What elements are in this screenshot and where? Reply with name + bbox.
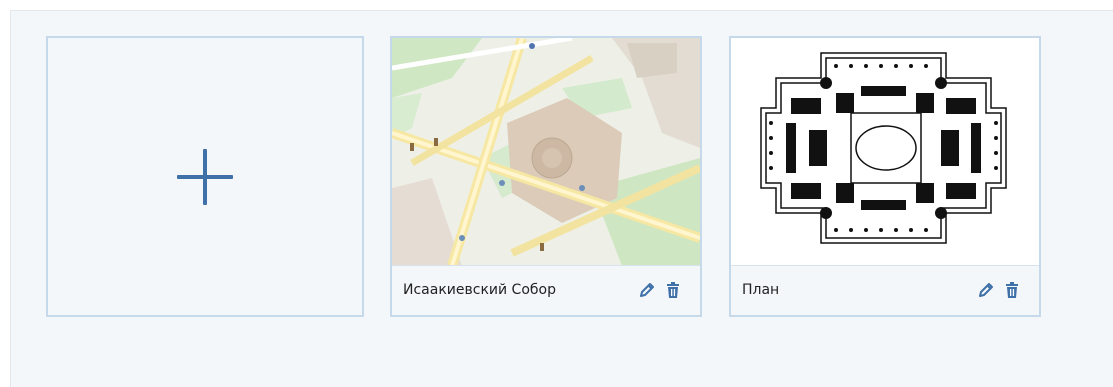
floor-plan-thumbnail[interactable] (731, 38, 1039, 266)
pencil-icon[interactable] (638, 281, 656, 299)
card-caption: Исаакиевский Собор (392, 265, 700, 315)
pencil-icon[interactable] (977, 281, 995, 299)
card-caption: План (731, 265, 1039, 315)
trash-icon[interactable] (1003, 281, 1021, 299)
card-title: Исаакиевский Собор (403, 282, 556, 298)
card-title: План (742, 282, 780, 298)
media-gallery-panel: Исаакиевский Собор План (10, 10, 1113, 387)
trash-icon[interactable] (664, 281, 682, 299)
plus-icon (177, 148, 233, 205)
map-thumbnail[interactable] (392, 38, 700, 266)
image-card-map: Исаакиевский Собор (390, 36, 702, 317)
add-image-card[interactable] (46, 36, 364, 317)
image-card-plan: План (729, 36, 1041, 317)
